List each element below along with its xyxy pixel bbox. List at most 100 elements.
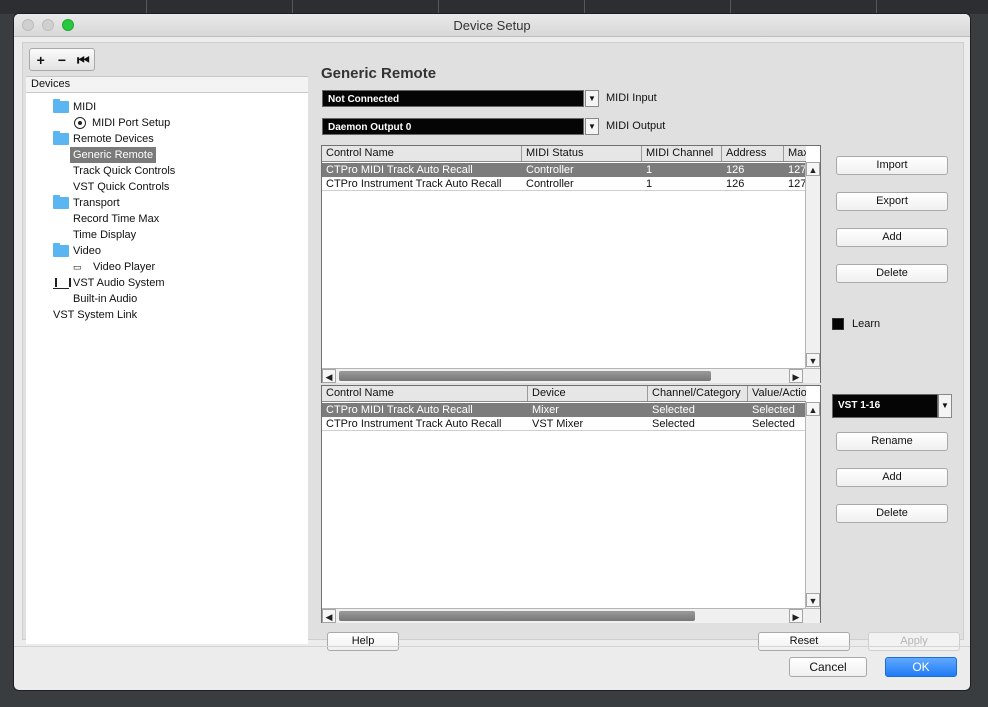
scroll-up-icon[interactable]: ▲: [806, 162, 820, 176]
tree-item-vst-quick-controls[interactable]: VST Quick Controls: [73, 179, 169, 195]
reset-device-button[interactable]: ⏮: [74, 50, 92, 70]
scroll-right-icon[interactable]: ▶: [789, 369, 803, 383]
table-cell: Selected: [752, 418, 795, 430]
audio-icon: [53, 277, 71, 289]
grid-line: [146, 0, 147, 14]
scroll-thumb[interactable]: [339, 371, 711, 381]
tree-item-track-quick-controls[interactable]: Track Quick Controls: [73, 163, 175, 179]
footer-divider: [14, 646, 970, 647]
reset-button[interactable]: Reset: [758, 632, 850, 651]
table-cell: 1: [646, 164, 653, 176]
video-icon: ▭: [73, 262, 82, 272]
column-header[interactable]: Device: [528, 386, 648, 401]
scroll-left-icon[interactable]: ◀: [322, 609, 336, 623]
tree-item-record-time-max[interactable]: Record Time Max: [73, 211, 159, 227]
table-row[interactable]: CTPro Instrument Track Auto Recall Contr…: [322, 177, 806, 191]
horizontal-scrollbar[interactable]: ◀ ▶: [322, 368, 820, 383]
grid-line: [438, 0, 439, 14]
grid-line: [876, 0, 877, 14]
tree-item-video[interactable]: Video: [53, 243, 101, 259]
add-action-button[interactable]: Add: [836, 468, 948, 487]
tree-item-vst-audio-system[interactable]: VST Audio System: [53, 275, 165, 291]
scroll-up-icon[interactable]: ▲: [806, 402, 820, 416]
remove-device-button[interactable]: −: [53, 50, 71, 70]
add-control-button[interactable]: Add: [836, 228, 948, 247]
scroll-right-icon[interactable]: ▶: [789, 609, 803, 623]
table-cell: 127: [788, 178, 806, 190]
delete-control-button[interactable]: Delete: [836, 264, 948, 283]
table-row[interactable]: CTPro Instrument Track Auto Recall VST M…: [322, 417, 806, 431]
column-header[interactable]: Control Name: [322, 146, 522, 161]
table-cell: 126: [726, 178, 745, 190]
scroll-down-icon[interactable]: ▼: [806, 353, 820, 367]
tree-item-transport[interactable]: Transport: [53, 195, 120, 211]
add-device-button[interactable]: +: [32, 50, 50, 70]
chevron-down-icon[interactable]: ▼: [585, 118, 599, 135]
tree-item-time-display[interactable]: Time Display: [73, 227, 136, 243]
export-button[interactable]: Export: [836, 192, 948, 211]
table-cell: CTPro Instrument Track Auto Recall: [326, 418, 502, 430]
scroll-left-icon[interactable]: ◀: [322, 369, 336, 383]
column-header[interactable]: Address: [722, 146, 784, 161]
apply-button[interactable]: Apply: [868, 632, 960, 651]
table-cell: 1: [646, 178, 653, 190]
window-title: Device Setup: [453, 18, 531, 33]
horizontal-scrollbar[interactable]: ◀ ▶: [322, 608, 820, 623]
column-header[interactable]: Control Name: [322, 386, 528, 401]
ok-button[interactable]: OK: [885, 657, 957, 677]
tree-item-video-player[interactable]: ▭ Video Player: [73, 259, 155, 275]
help-button[interactable]: Help: [327, 632, 399, 651]
column-header[interactable]: Max. V: [784, 146, 806, 161]
table-cell: CTPro MIDI Track Auto Recall: [326, 404, 473, 416]
tree-item-generic-remote[interactable]: Generic Remote: [70, 147, 157, 163]
table-cell: Selected: [752, 404, 795, 416]
chevron-down-icon[interactable]: ▼: [938, 394, 952, 418]
scroll-down-icon[interactable]: ▼: [806, 593, 820, 607]
chevron-down-icon[interactable]: ▼: [585, 90, 599, 107]
tree-item-built-in-audio[interactable]: Built-in Audio: [73, 291, 137, 307]
table-header: Control Name Device Channel/Category Val…: [322, 386, 806, 402]
scroll-thumb[interactable]: [339, 611, 695, 621]
midi-input-label: MIDI Input: [606, 92, 657, 104]
column-header[interactable]: MIDI Channel: [642, 146, 722, 161]
tree-item-remote-devices[interactable]: Remote Devices: [53, 131, 154, 147]
page-title: Generic Remote: [321, 65, 437, 82]
folder-icon: [53, 243, 69, 257]
table-cell: Controller: [526, 178, 574, 190]
cancel-button[interactable]: Cancel: [789, 657, 867, 677]
tree-item-vst-system-link[interactable]: VST System Link: [53, 307, 137, 323]
folder-icon: [53, 99, 69, 113]
title-bar: Device Setup: [14, 14, 970, 37]
column-header[interactable]: MIDI Status: [522, 146, 642, 161]
table-cell: VST Mixer: [532, 418, 584, 430]
column-header[interactable]: Channel/Category: [648, 386, 748, 401]
learn-checkbox[interactable]: [832, 318, 844, 330]
import-button[interactable]: Import: [836, 156, 948, 175]
vertical-scrollbar[interactable]: ▲ ▼: [805, 162, 820, 368]
table-cell: CTPro Instrument Track Auto Recall: [326, 178, 502, 190]
vertical-scrollbar[interactable]: ▲ ▼: [805, 402, 820, 608]
table-cell: 127: [788, 164, 806, 176]
table-cell: Selected: [652, 418, 695, 430]
tree-item-midi[interactable]: MIDI: [53, 99, 96, 115]
grid-line: [730, 0, 731, 14]
column-header[interactable]: Value/Action: [748, 386, 806, 401]
folder-icon: [53, 131, 69, 145]
table-row[interactable]: CTPro MIDI Track Auto Recall Mixer Selec…: [322, 403, 806, 417]
bank-select[interactable]: VST 1-16: [832, 394, 938, 418]
table-cell: Controller: [526, 164, 574, 176]
midi-input-select[interactable]: Not Connected: [322, 90, 584, 107]
midi-output-select[interactable]: Daemon Output 0: [322, 118, 584, 135]
tree-toolbar: + − ⏮: [29, 48, 95, 71]
table-row[interactable]: CTPro MIDI Track Auto Recall Controller …: [322, 163, 806, 177]
devices-tree: MIDI MIDI Port Setup Remote Devices Gene…: [26, 93, 308, 644]
grid-line: [292, 0, 293, 14]
rename-button[interactable]: Rename: [836, 432, 948, 451]
midi-output-label: MIDI Output: [606, 120, 666, 132]
tree-item-midi-port-setup[interactable]: MIDI Port Setup: [74, 115, 170, 131]
device-setup-window: Device Setup + − ⏮ Devices MIDI MIDI Por…: [14, 14, 970, 690]
delete-action-button[interactable]: Delete: [836, 504, 948, 523]
learn-label: Learn: [852, 318, 881, 330]
actions-table: Control Name Device Channel/Category Val…: [321, 385, 821, 623]
devices-header: Devices: [26, 76, 308, 93]
